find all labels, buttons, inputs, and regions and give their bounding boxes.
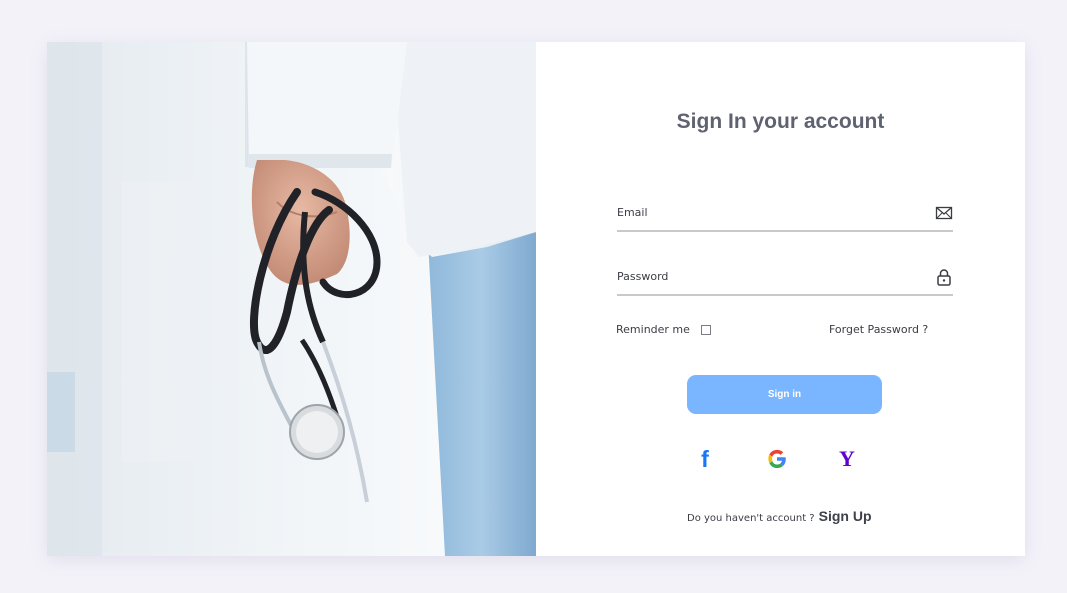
email-field[interactable]: Email: [617, 202, 953, 232]
forgot-password-link[interactable]: Forget Password ?: [829, 323, 928, 336]
page-title: Sign In your account: [676, 110, 885, 133]
hero-image: [47, 42, 536, 556]
remember-me: Reminder me: [616, 323, 711, 336]
remember-label: Reminder me: [616, 323, 690, 336]
doctor-illustration: [47, 42, 536, 556]
sign-in-button[interactable]: Sign in: [687, 375, 882, 414]
yahoo-icon[interactable]: Y: [835, 446, 859, 471]
remember-checkbox[interactable]: [700, 324, 711, 335]
email-input[interactable]: [617, 202, 917, 226]
google-icon[interactable]: [765, 447, 789, 471]
login-card: Sign In your account Email Password Remi…: [47, 42, 1025, 556]
password-input[interactable]: [617, 266, 917, 290]
facebook-icon[interactable]: f: [693, 446, 717, 472]
envelope-icon: [935, 206, 953, 220]
password-field[interactable]: Password: [617, 266, 953, 296]
signup-prompt: Do you haven't account ? Sign Up: [687, 508, 872, 524]
login-form: Sign In your account Email Password Remi…: [536, 42, 1025, 556]
sign-up-link[interactable]: Sign Up: [819, 508, 872, 524]
signup-prompt-text: Do you haven't account ?: [687, 513, 815, 524]
lock-icon: [937, 269, 951, 286]
